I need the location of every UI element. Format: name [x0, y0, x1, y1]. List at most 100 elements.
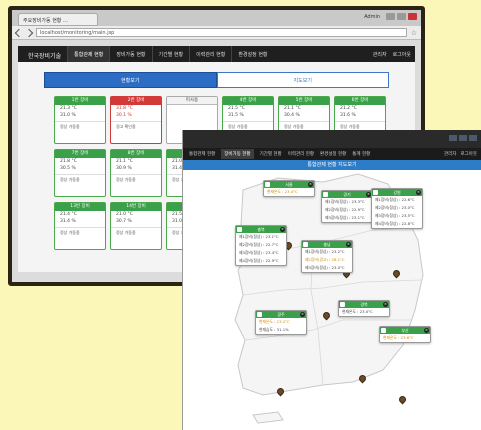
- equipment-humidity: 30.5 %: [60, 166, 76, 171]
- view-switch: 현황보기 지도보기: [44, 72, 389, 88]
- window-user-label: Admin: [364, 13, 380, 20]
- region-reading: 현재온도 : 23.4°C: [267, 189, 298, 194]
- user-link[interactable]: 관리자: [373, 51, 387, 58]
- region-card[interactable]: 충북 × 제1장비(정상) : 23.1°C 제2장비(정상) : 22.7°C 제3장…: [235, 225, 287, 266]
- equipment-card-title: 14번 장비: [111, 203, 161, 211]
- region-reading: 제3장비(정상) : 23.4°C: [239, 250, 279, 255]
- equipment-temperature: 21.1 °C: [284, 106, 301, 111]
- region-reading: 제2장비(정상) : 22.7°C: [239, 242, 279, 247]
- close-icon[interactable]: ×: [424, 328, 429, 333]
- equipment-humidity: 31.4 %: [60, 219, 76, 224]
- nav-item-settings[interactable]: 환경설정 현황: [231, 46, 273, 62]
- equipment-card[interactable]: 1번 장비 21.3 °C 31.0 % 정상 가동중: [54, 96, 106, 144]
- close-icon[interactable]: ×: [300, 312, 305, 317]
- checkbox-icon[interactable]: [237, 227, 242, 232]
- close-window-button[interactable]: [408, 13, 417, 20]
- checkbox-icon[interactable]: [323, 192, 328, 197]
- map-close-button[interactable]: [469, 135, 477, 141]
- map-navbar: 통합관제 현황 장비가동 현황 기간별 현황 이력관리 현황 환경설정 현황 통…: [183, 148, 481, 160]
- browser-tab[interactable]: 주요장비가동 현황 …: [18, 13, 98, 26]
- equipment-temperature: 21.0 °C: [116, 212, 133, 217]
- url-field[interactable]: localhost/monitoring/main.jsp: [36, 28, 407, 37]
- close-icon[interactable]: ×: [346, 242, 351, 247]
- close-icon[interactable]: ×: [383, 302, 388, 307]
- map-navbar-user-area: 관리자 로그아웃: [444, 151, 477, 157]
- region-card-header: 광주 ×: [256, 311, 306, 318]
- region-reading: 제1장비(정상) : 23.2°C: [305, 249, 345, 254]
- nav-item-period[interactable]: 기간별 현황: [151, 46, 190, 62]
- region-card[interactable]: 서울 × 현재온도 : 23.4°C: [263, 180, 315, 197]
- app-brand: 한국장비기술: [28, 53, 62, 60]
- region-reading: 현재온도 : 23.2°C: [259, 319, 290, 324]
- equipment-card-title: 6번 장비: [335, 97, 385, 105]
- checkbox-icon[interactable]: [340, 302, 345, 307]
- region-reading: 현재온도 : 23.6°C: [383, 335, 414, 340]
- jeju-island: [252, 411, 284, 424]
- region-card-title: 충북: [257, 227, 265, 232]
- logout-link[interactable]: 로그아웃: [393, 51, 411, 58]
- map-maximize-button[interactable]: [459, 135, 467, 141]
- equipment-card[interactable]: 14번 장비 21.0 °C 30.7 % 정상 가동중: [110, 202, 162, 250]
- map-nav-item-history[interactable]: 이력관리 현황: [288, 151, 314, 157]
- region-card-header: 충남 ×: [302, 241, 352, 248]
- checkbox-icon[interactable]: [303, 242, 308, 247]
- map-nav-item-period[interactable]: 기간별 현황: [260, 151, 282, 157]
- equipment-temperature: 21.3 °C: [60, 106, 77, 111]
- region-card[interactable]: 경기 × 제1장비(정상) : 23.3°C 제2장비(정상) : 22.9°C 제3장…: [321, 190, 373, 223]
- close-icon[interactable]: ×: [416, 190, 421, 195]
- equipment-status-text: 정상 가동중: [55, 121, 105, 132]
- equipment-humidity: 31.5 %: [228, 113, 244, 118]
- checkbox-icon[interactable]: [373, 190, 378, 195]
- map-nav-item-integrated[interactable]: 통합관제 현황: [189, 151, 215, 157]
- region-reading: 제3장비(정상) : 23.0°C: [305, 265, 345, 270]
- equipment-card[interactable]: 8번 장비 21.1 °C 30.9 % 정상 가동중: [110, 149, 162, 197]
- nav-item-integrated[interactable]: 통합관제 현황: [67, 46, 110, 62]
- maximize-button[interactable]: [397, 13, 406, 20]
- region-card[interactable]: 강원 × 제1장비(정상) : 22.6°C 제2장비(정상) : 23.0°C 제3장…: [371, 188, 423, 229]
- region-card-title: 충남: [323, 242, 331, 247]
- equipment-humidity: 30.4 %: [284, 113, 300, 118]
- minimize-button[interactable]: [386, 13, 395, 20]
- tab-status-view[interactable]: 현황보기: [44, 72, 217, 88]
- equipment-card[interactable]: 2번 장비 31.8 °C 30.1 % 경고 확인중: [110, 96, 162, 144]
- region-card-title: 부산: [401, 328, 409, 333]
- tab-map-view[interactable]: 지도보기: [216, 72, 389, 88]
- region-card-title: 강원: [393, 190, 401, 195]
- region-card-title: 경북: [360, 302, 368, 307]
- equipment-status-text: 정상 가동중: [111, 174, 161, 185]
- star-icon[interactable]: ☆: [411, 29, 417, 37]
- region-card[interactable]: 경북 × 현재온도 : 23.0°C: [338, 300, 390, 317]
- map-nav-item-operation[interactable]: 장비가동 현황: [221, 149, 254, 159]
- equipment-card-title: 7번 장비: [55, 150, 105, 158]
- address-bar: localhost/monitoring/main.jsp ☆: [12, 26, 421, 40]
- equipment-temperature: 21.5 °C: [228, 106, 245, 111]
- map-minimize-button[interactable]: [449, 135, 457, 141]
- checkbox-icon[interactable]: [381, 328, 386, 333]
- close-icon[interactable]: ×: [308, 182, 313, 187]
- equipment-card[interactable]: 7번 장비 21.8 °C 30.5 % 정상 가동중: [54, 149, 106, 197]
- window-controls: Admin: [364, 13, 417, 20]
- region-card[interactable]: 부산 × 현재온도 : 23.6°C: [379, 326, 431, 343]
- equipment-humidity: 31.0 %: [60, 113, 76, 118]
- map-logout-link[interactable]: 로그아웃: [460, 151, 477, 157]
- close-icon[interactable]: ×: [280, 227, 285, 232]
- nav-item-operation[interactable]: 장비가동 현황: [109, 46, 151, 62]
- equipment-status-text: 정상 가동중: [55, 227, 105, 238]
- region-reading: 제3장비(정상) : 23.5°C: [375, 213, 415, 218]
- map-nav-item-settings[interactable]: 환경설정 현황: [320, 151, 346, 157]
- checkbox-icon[interactable]: [265, 182, 270, 187]
- equipment-temperature: 31.8 °C: [116, 106, 133, 111]
- checkbox-icon[interactable]: [257, 312, 262, 317]
- region-reading: 현재습도 : 31.1%: [259, 327, 289, 332]
- equipment-card[interactable]: 13번 장비 21.4 °C 31.4 % 정상 가동중: [54, 202, 106, 250]
- equipment-humidity: 30.1 %: [116, 113, 132, 118]
- region-card[interactable]: 충남 × 제1장비(정상) : 23.2°C 제2장비(경고) : 28.1°C 제3장…: [301, 240, 353, 273]
- back-arrow-icon[interactable]: [14, 28, 24, 37]
- map-window-titlebar: [183, 130, 481, 148]
- region-reading: 제4장비(정상) : 22.8°C: [375, 221, 415, 226]
- forward-arrow-icon[interactable]: [24, 28, 34, 37]
- map-user-link[interactable]: 관리자: [444, 151, 456, 157]
- region-card[interactable]: 광주 × 현재온도 : 23.2°C 현재습도 : 31.1%: [255, 310, 307, 335]
- map-nav-item-stats[interactable]: 통계 현황: [352, 151, 370, 157]
- nav-item-history[interactable]: 이력관리 현황: [189, 46, 231, 62]
